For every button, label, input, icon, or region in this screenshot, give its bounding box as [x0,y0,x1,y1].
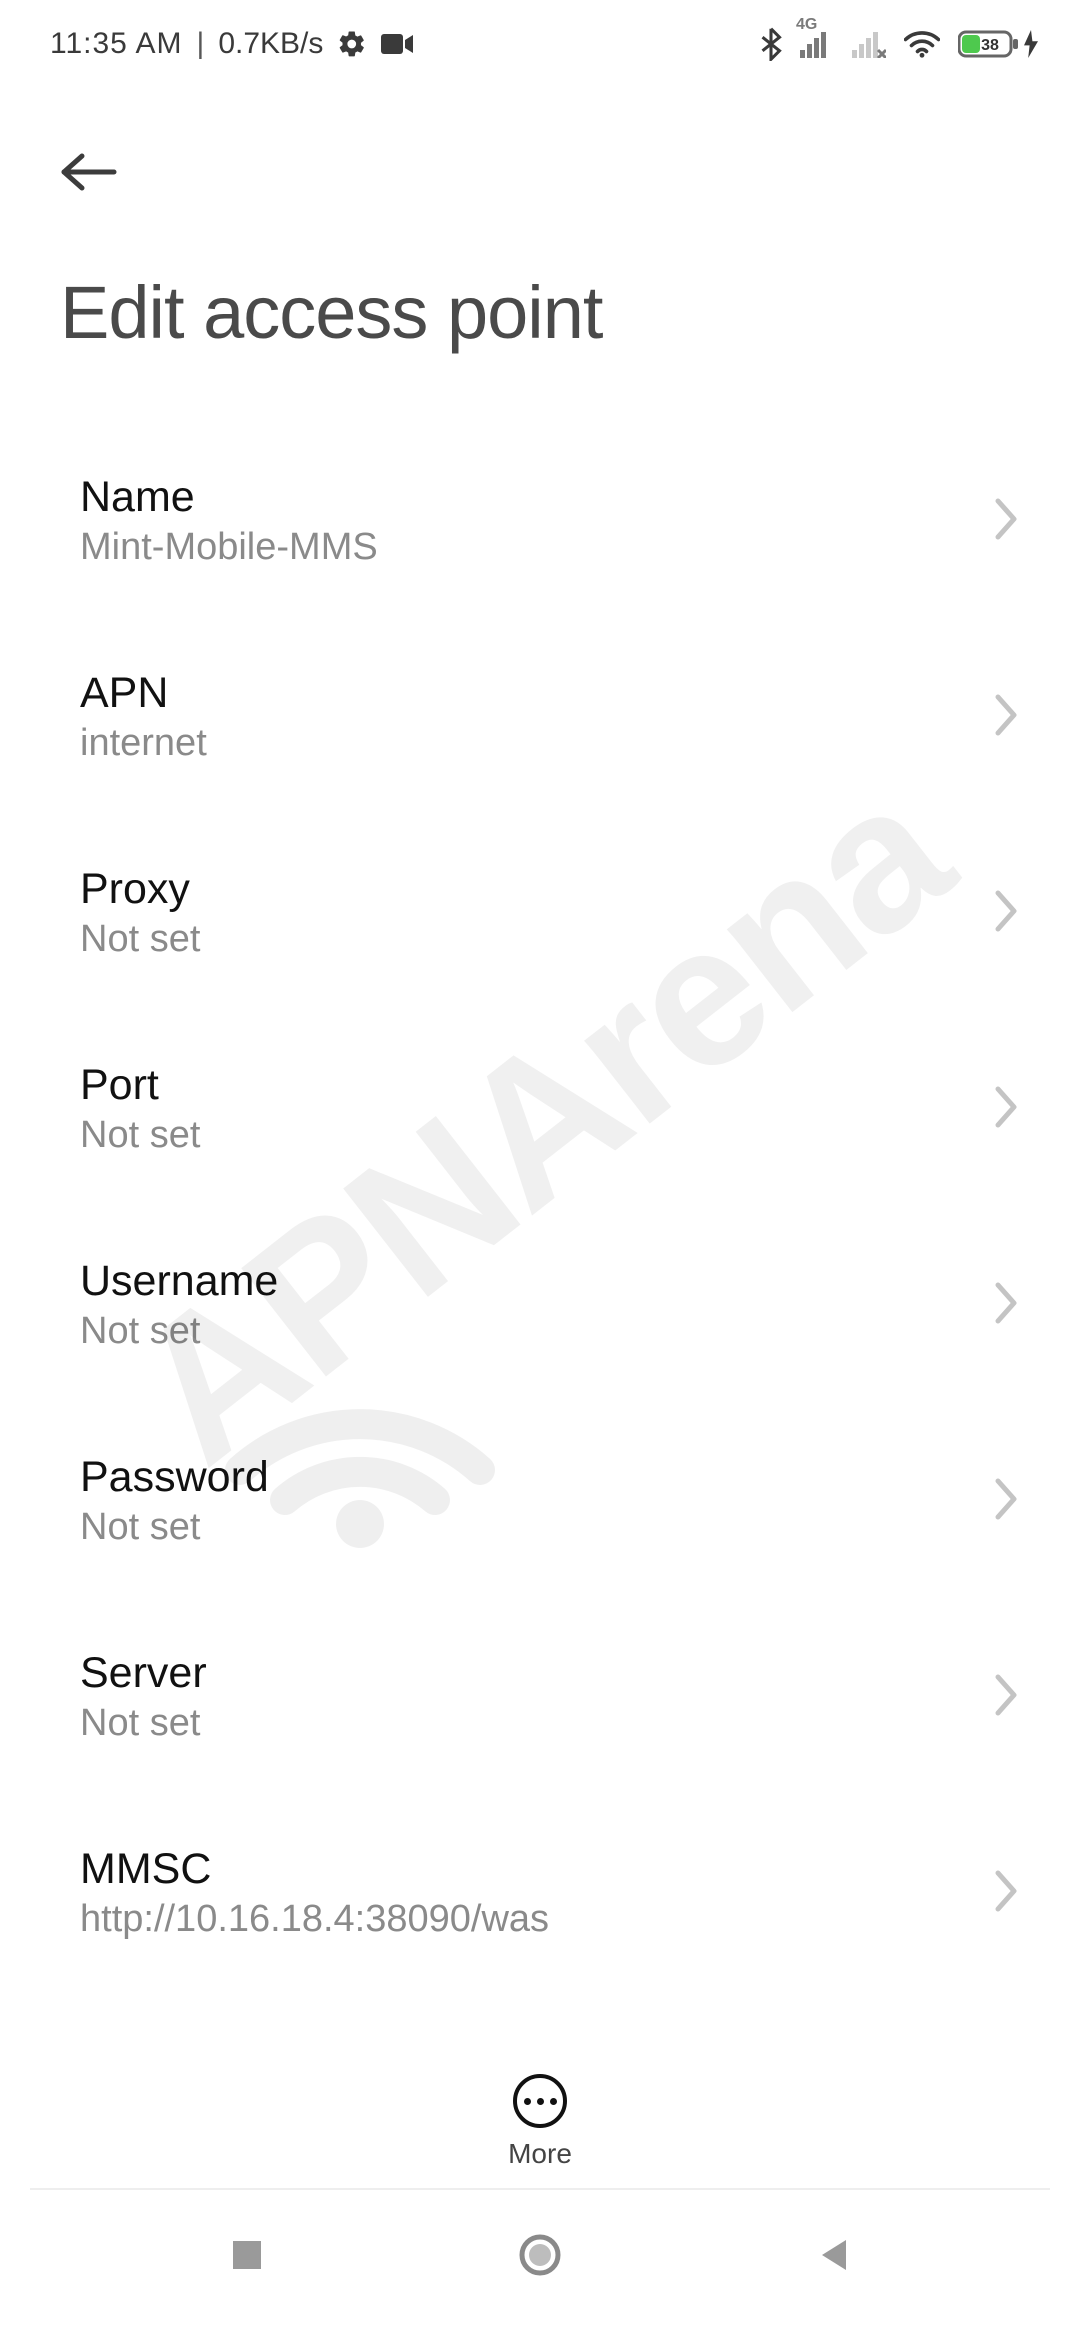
arrow-left-icon [60,152,118,192]
setting-label: Proxy [80,865,974,914]
setting-label: Port [80,1061,974,1110]
chevron-right-icon [994,1085,1020,1134]
chevron-right-icon [994,889,1020,938]
nav-recent-button[interactable] [217,2225,277,2285]
chevron-right-icon [994,1281,1020,1330]
chevron-right-icon [994,693,1020,742]
square-icon [229,2237,265,2273]
status-separator: | [197,27,205,61]
setting-value: internet [80,722,974,765]
status-time: 11:35 AM [50,27,183,61]
nav-home-button[interactable] [510,2225,570,2285]
header: Edit access point [0,88,1080,365]
setting-row-password[interactable]: PasswordNot set [80,1427,1020,1623]
setting-row-username[interactable]: UsernameNot set [80,1231,1020,1427]
setting-row-proxy[interactable]: ProxyNot set [80,839,1020,1035]
more-label: More [508,2138,572,2170]
chevron-right-icon [994,1869,1020,1918]
setting-value: Mint-Mobile-MMS [80,526,974,569]
more-icon [513,2074,567,2128]
navigation-bar [0,2190,1080,2340]
nav-back-button[interactable] [803,2225,863,2285]
setting-row-mms-proxy[interactable]: MMS proxy10.16.18.77 [80,2015,1020,2017]
setting-row-name[interactable]: NameMint-Mobile-MMS [80,447,1020,643]
setting-row-apn[interactable]: APNinternet [80,643,1020,839]
triangle-left-icon [816,2236,850,2274]
setting-value: Not set [80,918,974,961]
status-network-speed: 0.7KB/s [218,27,323,61]
setting-value: Not set [80,1310,974,1353]
wifi-icon [904,30,940,58]
chevron-right-icon [994,1477,1020,1526]
setting-label: Server [80,1649,974,1698]
status-bar: 11:35 AM | 0.7KB/s 4G 38 [0,0,1080,88]
setting-value: Not set [80,1114,974,1157]
page-title: Edit access point [60,270,1020,355]
bluetooth-icon [760,27,782,61]
setting-label: Name [80,473,974,522]
battery-icon: 38 [958,29,1038,59]
setting-value: Not set [80,1702,974,1745]
setting-label: MMSC [80,1845,974,1894]
back-button[interactable] [60,132,140,212]
gear-icon [337,29,367,59]
setting-label: Password [80,1453,974,1502]
chevron-right-icon [994,497,1020,546]
camera-icon [381,32,413,56]
setting-row-port[interactable]: PortNot set [80,1035,1020,1231]
signal-nosim-icon [852,30,886,58]
settings-list: NameMint-Mobile-MMSAPNinternetProxyNot s… [0,365,1080,2017]
setting-row-mmsc[interactable]: MMSChttp://10.16.18.4:38090/was [80,1819,1020,2015]
setting-value: http://10.16.18.4:38090/was [80,1898,974,1941]
more-button[interactable]: More [0,2074,1080,2170]
chevron-right-icon [994,1673,1020,1722]
setting-value: Not set [80,1506,974,1549]
circle-icon [518,2233,562,2277]
signal-4g-icon: 4G [800,30,834,58]
svg-text:38: 38 [981,37,999,54]
setting-row-server[interactable]: ServerNot set [80,1623,1020,1819]
setting-label: APN [80,669,974,718]
setting-label: Username [80,1257,974,1306]
